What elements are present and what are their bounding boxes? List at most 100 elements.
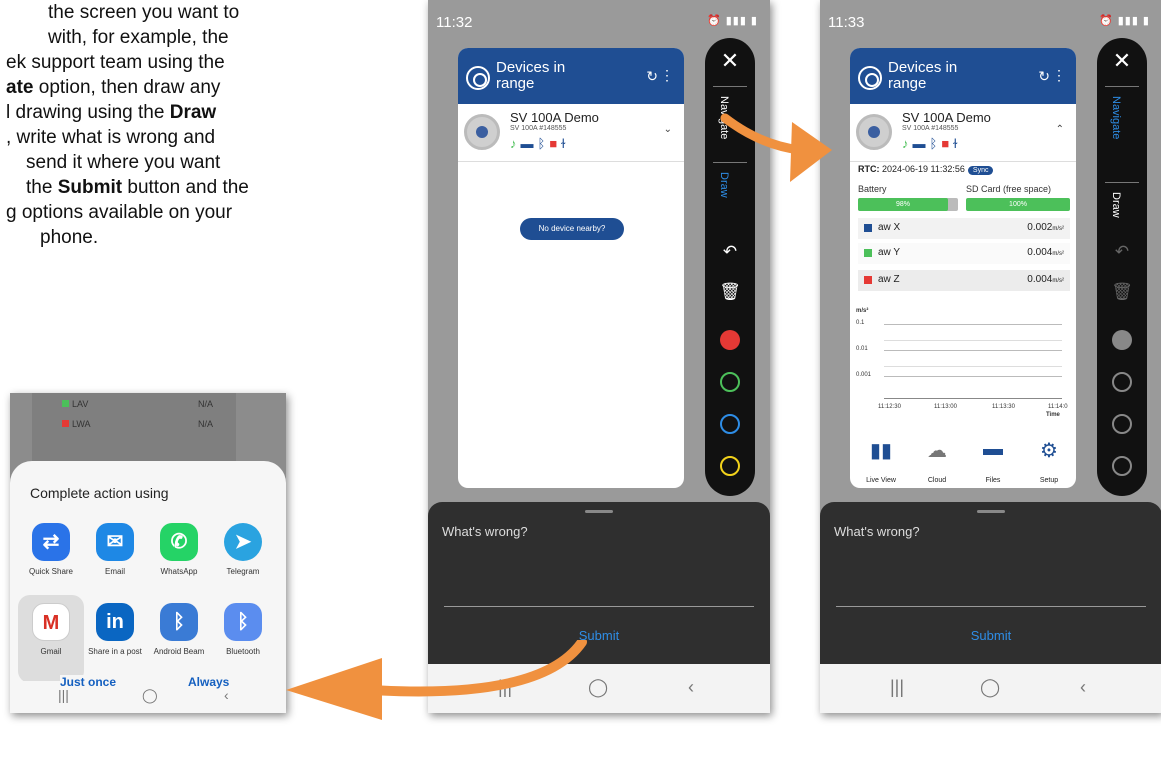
x-axis-title: Time: [1046, 412, 1060, 418]
phone-device-details: 11:33 ⏰ ▮▮▮ ▮ Devices in range ↻ ⋮ SV 100…: [820, 0, 1161, 713]
just-once-button[interactable]: Just once: [60, 675, 117, 689]
color-red-swatch[interactable]: [720, 330, 740, 350]
nav-cloud[interactable]: Cloud: [912, 477, 962, 484]
instr-line-2: with, for example, the: [48, 27, 229, 48]
undo-icon[interactable]: ↶: [1097, 242, 1147, 262]
status-icons: ⏰ ▮▮▮ ▮: [706, 15, 758, 27]
trash-icon[interactable]: 🗑: [705, 282, 755, 302]
bluetooth-icon: ᛒ: [929, 136, 942, 151]
close-icon[interactable]: ✕: [705, 48, 755, 74]
seat-icon: ɫ: [561, 136, 570, 151]
sheet-handle[interactable]: [977, 510, 1005, 513]
status-icons: ⏰ ▮▮▮ ▮: [1098, 15, 1150, 27]
device-serial: SV 100A #148555: [902, 125, 959, 132]
recents-icon[interactable]: |||: [890, 677, 904, 698]
whats-wrong-input[interactable]: What's wrong?: [442, 524, 528, 539]
submit-button[interactable]: Submit: [820, 628, 1161, 643]
navigate-mode-button[interactable]: Navigate: [1110, 96, 1122, 139]
lwa-swatch: [62, 420, 69, 427]
more-vert-icon[interactable]: ⋮: [1052, 67, 1066, 84]
app-gmail[interactable]: M Gmail: [20, 603, 82, 656]
close-icon[interactable]: ✕: [1097, 48, 1147, 74]
app-android-beam[interactable]: ᛒ Android Beam: [148, 603, 210, 656]
instr-line-4b: option, then draw any: [33, 77, 221, 98]
measurement-unit: m/s²: [1052, 226, 1064, 232]
color-swatch-disabled[interactable]: [1112, 330, 1132, 350]
color-blue-swatch[interactable]: [720, 414, 740, 434]
bell-icon: ♪: [510, 136, 521, 151]
app-quick-share[interactable]: ⇄ Quick Share: [20, 523, 82, 576]
trash-icon[interactable]: 🗑: [1097, 282, 1147, 302]
draw-mode-button[interactable]: Draw: [1110, 192, 1122, 218]
email-icon: ✉: [96, 523, 134, 561]
sync-button[interactable]: Sync: [967, 166, 994, 175]
app-title-line2: range: [496, 75, 535, 92]
nav-setup[interactable]: Setup: [1024, 477, 1074, 484]
instr-line-10: phone.: [40, 227, 99, 248]
gmail-icon: M: [32, 603, 70, 641]
app-label: Telegram: [226, 567, 260, 576]
measurement-value: 0.004: [1027, 274, 1053, 285]
refresh-icon[interactable]: ↻: [646, 68, 658, 85]
app-bluetooth[interactable]: ᛒ Bluetooth: [212, 603, 274, 656]
share-sheet: Complete action using ⇄ Quick Share ✉ Em…: [10, 461, 286, 683]
telegram-icon: ➤: [224, 523, 262, 561]
chevron-down-icon[interactable]: ⌄: [664, 124, 672, 135]
tutorial-figure: the screen you want to with, for example…: [0, 0, 1161, 770]
y-tick: 0.001: [856, 372, 872, 378]
home-icon[interactable]: ◯: [980, 677, 1000, 698]
nav-live-view[interactable]: Live View: [856, 477, 906, 484]
app-telegram[interactable]: ➤ Telegram: [212, 523, 274, 576]
live-view-icon[interactable]: ▮▮: [856, 438, 906, 463]
more-vert-icon[interactable]: ⋮: [660, 67, 674, 84]
app-linkedin[interactable]: in Share in a post: [84, 603, 146, 656]
system-nav-bar: ||| ◯ ‹: [820, 664, 1161, 713]
device-status-icons: ♪▬ᛒ■ɫ: [510, 136, 569, 151]
app-label: Android Beam: [153, 647, 205, 656]
folder-icon[interactable]: ▬: [968, 438, 1018, 461]
seat-icon: ɫ: [953, 136, 962, 151]
no-device-nearby-button[interactable]: No device nearby?: [520, 218, 624, 240]
gear-icon[interactable]: ⚙: [1024, 438, 1074, 463]
color-green-swatch[interactable]: [720, 372, 740, 392]
status-time: 11:32: [436, 14, 473, 31]
always-button[interactable]: Always: [188, 675, 230, 689]
measurement-unit: m/s²: [1052, 251, 1064, 257]
status-bar: 11:32 ⏰ ▮▮▮ ▮: [428, 0, 770, 44]
refresh-icon[interactable]: ↻: [1038, 68, 1050, 85]
cloud-icon[interactable]: ☁: [912, 438, 962, 463]
app-card: Devices in range ↻ ⋮ SV 100A Demo SV 100A…: [458, 48, 684, 488]
chevron-up-icon[interactable]: ⌃: [1056, 124, 1064, 135]
undo-icon[interactable]: ↶: [705, 242, 755, 262]
device-status-icons: ♪▬ᛒ■ɫ: [902, 136, 961, 151]
device-item[interactable]: SV 100A Demo SV 100A #148555 ♪▬ᛒ■ɫ ⌄: [458, 104, 684, 162]
app-email[interactable]: ✉ Email: [84, 523, 146, 576]
bg-row-name: LAV: [72, 399, 89, 409]
whats-wrong-input[interactable]: What's wrong?: [834, 524, 920, 539]
battery-icon: ▬: [520, 136, 538, 151]
device-icon: [856, 114, 892, 150]
measurement-value: 0.004: [1027, 247, 1053, 258]
back-icon[interactable]: ‹: [1080, 677, 1086, 698]
instr-line-8c: button and the: [122, 177, 249, 198]
back-icon[interactable]: ‹: [688, 677, 694, 698]
bottom-nav: ▮▮ Live View ☁ Cloud ▬ Files ⚙ Setup: [850, 438, 1076, 488]
device-item[interactable]: SV 100A Demo SV 100A #148555 ♪▬ᛒ■ɫ ⌃: [850, 104, 1076, 162]
y-tick: 0.1: [856, 320, 865, 326]
color-swatch-disabled[interactable]: [1112, 372, 1132, 392]
color-swatch-disabled[interactable]: [1112, 414, 1132, 434]
y-tick: 0.01: [856, 346, 868, 352]
app-whatsapp[interactable]: ✆ WhatsApp: [148, 523, 210, 576]
sheet-handle[interactable]: [585, 510, 613, 513]
status-bar: 11:33 ⏰ ▮▮▮ ▮: [820, 0, 1161, 44]
color-yellow-swatch[interactable]: [720, 456, 740, 476]
rtc-value: 2024-06-19 11:32:56: [882, 164, 965, 174]
x-tick: 11:13:00: [934, 404, 957, 410]
instr-line-3: ek support team using the: [6, 52, 225, 73]
color-swatch-disabled[interactable]: [1112, 456, 1132, 476]
instr-line-6: , write what is wrong and: [6, 127, 216, 148]
nav-files[interactable]: Files: [968, 477, 1018, 484]
rtc-line: RTC: 2024-06-19 11:32:56 Sync: [858, 164, 994, 175]
measurement-name: aw Z: [878, 274, 900, 285]
measurement-row: aw Z 0.004m/s²: [858, 270, 1070, 291]
